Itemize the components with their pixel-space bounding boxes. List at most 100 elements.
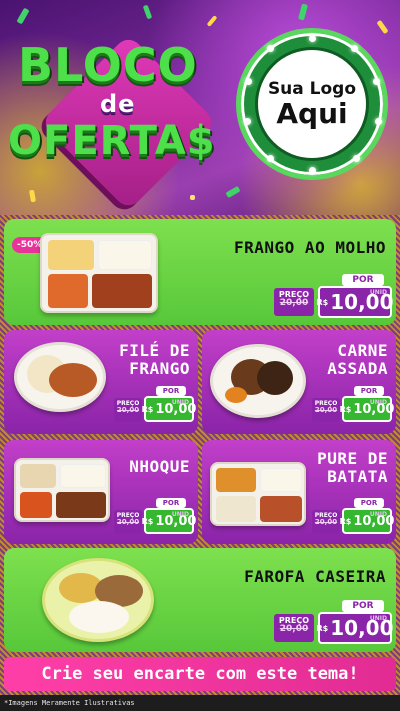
current-price-box: UNID R$ 10,00 bbox=[141, 508, 196, 534]
old-price-box: PREÇO 20,00 bbox=[274, 614, 314, 642]
food-portion bbox=[48, 274, 88, 308]
product-card-pure-de-batata[interactable]: PURE DE BATATA POR PREÇO 20,00 UNID R$ 10… bbox=[202, 440, 396, 544]
bloco-de-ofertas-logo: BLOCO de OFERTA$ bbox=[8, 22, 236, 211]
confetti bbox=[142, 4, 153, 20]
food-portion bbox=[260, 496, 302, 522]
price-tag: POR PREÇO 20,00 UNID R$ 10,00 bbox=[312, 498, 394, 538]
logo-circle: Sua Logo Aqui bbox=[255, 47, 369, 161]
food-portion bbox=[60, 464, 106, 488]
old-price: 20,00 bbox=[116, 406, 140, 415]
currency: R$ bbox=[316, 297, 329, 307]
old-price-box: PREÇO 20,00 bbox=[274, 288, 314, 316]
food-portion bbox=[49, 363, 97, 397]
currency: R$ bbox=[141, 404, 154, 414]
logo-text-line1: Sua Logo bbox=[267, 78, 357, 99]
product-card-frango-ao-molho[interactable]: -50% FRANGO AO MOLHO POR PREÇO 20,00 UNI… bbox=[4, 219, 396, 325]
old-price: 20,00 bbox=[279, 298, 309, 309]
brand-logo-placeholder: Sua Logo Aqui bbox=[236, 28, 388, 180]
por-label: POR bbox=[354, 386, 384, 396]
food-portion bbox=[69, 601, 129, 633]
por-label: POR bbox=[156, 498, 186, 508]
bulb-icon bbox=[351, 45, 358, 52]
product-name: FILÉ DE FRANGO bbox=[119, 341, 190, 379]
current-price-box: UNID R$ 10,00 bbox=[339, 396, 394, 422]
product-name: FRANGO AO MOLHO bbox=[234, 238, 386, 257]
title-ofertas: OFERTA$ bbox=[8, 118, 216, 164]
currency: R$ bbox=[316, 623, 329, 633]
old-price: 20,00 bbox=[279, 624, 309, 635]
product-card-file-de-frango[interactable]: FILÉ DE FRANGO POR PREÇO 20,00 UNID R$ 10… bbox=[4, 330, 198, 434]
old-price: 20,00 bbox=[116, 518, 140, 527]
header-banner: BLOCO de OFERTA$ Sua Logo Aqui bbox=[0, 0, 400, 215]
bulb-icon bbox=[309, 167, 316, 174]
old-price: 20,00 bbox=[314, 406, 338, 415]
price-tag: POR PREÇO 20,00 UNID R$ 10,00 bbox=[274, 600, 394, 646]
currency: R$ bbox=[141, 516, 154, 526]
confetti bbox=[298, 3, 308, 21]
por-label: POR bbox=[156, 386, 186, 396]
price-tag: POR PREÇO 20,00 UNID R$ 10,00 bbox=[312, 386, 394, 426]
food-image bbox=[14, 458, 110, 522]
current-price-box: UNID R$ 10,00 bbox=[316, 286, 394, 318]
unit-label: UNID bbox=[369, 399, 387, 406]
bulb-icon bbox=[309, 35, 316, 42]
food-portion bbox=[225, 387, 247, 403]
current-price-box: UNID R$ 10,00 bbox=[316, 612, 394, 644]
por-label: POR bbox=[342, 274, 384, 286]
currency: R$ bbox=[339, 404, 352, 414]
food-portion bbox=[20, 492, 52, 518]
bulb-icon bbox=[267, 45, 274, 52]
food-portion bbox=[92, 274, 152, 308]
unit-label: UNID bbox=[369, 511, 387, 518]
bulb-icon bbox=[353, 155, 360, 162]
current-price-box: UNID R$ 10,00 bbox=[141, 396, 196, 422]
cta-banner[interactable]: Crie seu encarte com este tema! bbox=[4, 657, 396, 691]
product-card-nhoque[interactable]: NHOQUE POR PREÇO 20,00 UNID R$ 10,00 bbox=[4, 440, 198, 544]
bulb-icon bbox=[244, 118, 251, 125]
bulb-icon bbox=[375, 118, 382, 125]
food-image bbox=[42, 558, 154, 642]
food-portion bbox=[56, 492, 106, 518]
old-price-box: PREÇO 20,00 bbox=[114, 510, 142, 534]
old-price-box: PREÇO 20,00 bbox=[312, 510, 340, 534]
product-name: NHOQUE bbox=[129, 457, 190, 476]
food-portion bbox=[260, 468, 302, 492]
title-de: de bbox=[100, 90, 136, 118]
por-label: POR bbox=[342, 600, 384, 612]
food-image bbox=[40, 233, 158, 313]
product-name: PURE DE BATATA bbox=[317, 449, 388, 487]
price-tag: POR PREÇO 20,00 UNID R$ 10,00 bbox=[114, 498, 196, 538]
footer-disclaimer: *Imagens Meramente Ilustrativas bbox=[0, 695, 400, 711]
food-portion bbox=[257, 361, 293, 395]
unit-label: UNID bbox=[171, 399, 189, 406]
price-tag: POR PREÇO 20,00 UNID R$ 10,00 bbox=[114, 386, 196, 426]
unit-label: UNID bbox=[369, 615, 387, 622]
food-image bbox=[14, 342, 106, 412]
confetti bbox=[376, 19, 389, 35]
food-portion bbox=[216, 468, 256, 492]
product-card-carne-assada[interactable]: CARNE ASSADA POR PREÇO 20,00 UNID R$ 10,0… bbox=[202, 330, 396, 434]
por-label: POR bbox=[354, 498, 384, 508]
logo-text-line2: Aqui bbox=[276, 96, 348, 130]
currency: R$ bbox=[339, 516, 352, 526]
food-image bbox=[210, 462, 306, 526]
old-price-box: PREÇO 20,00 bbox=[312, 398, 340, 422]
food-portion bbox=[48, 240, 94, 270]
old-price: 20,00 bbox=[314, 518, 338, 527]
old-price-box: PREÇO 20,00 bbox=[114, 398, 142, 422]
bulb-icon bbox=[245, 78, 252, 85]
food-portion bbox=[216, 496, 256, 522]
product-name: CARNE ASSADA bbox=[327, 341, 388, 379]
food-image bbox=[210, 344, 306, 418]
bulb-icon bbox=[373, 78, 380, 85]
product-name: FAROFA CASEIRA bbox=[244, 567, 386, 586]
unit-label: UNID bbox=[171, 511, 189, 518]
current-price-box: UNID R$ 10,00 bbox=[339, 508, 394, 534]
food-portion bbox=[98, 240, 152, 270]
product-card-farofa-caseira[interactable]: FAROFA CASEIRA POR PREÇO 20,00 UNID R$ 1… bbox=[4, 548, 396, 652]
food-portion bbox=[20, 464, 56, 488]
title-bloco: BLOCO bbox=[18, 38, 198, 92]
unit-label: UNID bbox=[369, 289, 387, 296]
price-tag: POR PREÇO 20,00 UNID R$ 10,00 bbox=[274, 274, 394, 320]
bulb-icon bbox=[267, 155, 274, 162]
